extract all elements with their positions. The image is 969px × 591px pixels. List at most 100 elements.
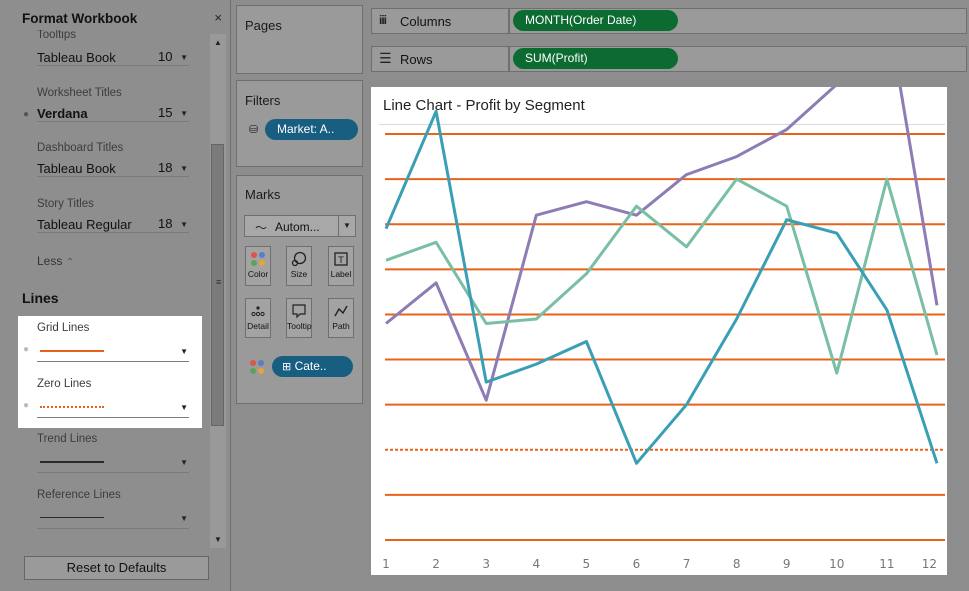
detail-label: Detail (247, 321, 269, 331)
x-tick-label: 6 (633, 557, 641, 571)
solid-line-sample-icon (40, 350, 104, 352)
x-tick-label: 2 (432, 557, 440, 571)
chevron-down-icon: ▼ (180, 403, 188, 412)
story-titles-label: Story Titles (37, 198, 94, 210)
path-mark-button[interactable]: Path (328, 298, 354, 338)
pane-title: Format Workbook (22, 11, 138, 26)
rows-shelf-label: ☰ Rows (371, 46, 509, 72)
font-size: 15 (158, 105, 173, 120)
label-mark-button[interactable]: T Label (328, 246, 354, 286)
x-tick-label: 4 (532, 557, 540, 571)
chevron-down-icon: ▼ (180, 220, 188, 229)
thin-line-sample-icon (40, 517, 104, 518)
font-name: Tableau Book (37, 50, 116, 65)
rows-label: Rows (400, 52, 433, 67)
line-chart[interactable]: 1 2 3 4 5 6 7 8 9 10 11 12 (371, 87, 947, 575)
pane-scrollbar[interactable]: ▲ ≡ ▼ (210, 34, 226, 548)
less-label: Less (37, 254, 63, 268)
dashboard-titles-font-dropdown[interactable]: Tableau Book 18 ▼ (37, 155, 189, 177)
chevron-down-icon: ▼ (180, 53, 188, 62)
category-color-pill[interactable]: ⊞ Cate.. (272, 356, 353, 377)
x-tick-label: 1 (382, 557, 390, 571)
mark-type-label: Autom... (275, 220, 320, 234)
tooltips-label: Tooltips (37, 30, 76, 41)
dotted-line-sample-icon (40, 406, 104, 408)
pane-header: Format Workbook × (0, 0, 231, 30)
changed-indicator-icon: ● (23, 344, 30, 355)
columns-shelf-label: iii Columns (371, 8, 509, 34)
path-icon (329, 303, 353, 321)
tooltips-font-dropdown[interactable]: Tableau Book 10 ▼ (37, 44, 189, 66)
chevron-down-icon: ▼ (180, 347, 188, 356)
x-tick-label: 5 (583, 557, 591, 571)
story-titles-font-dropdown[interactable]: Tableau Regular 18 ▼ (37, 211, 189, 233)
columns-shelf[interactable]: MONTH(Order Date) (509, 8, 967, 34)
grid-lines-label: Grid Lines (37, 322, 90, 334)
filters-title: Filters (245, 93, 281, 108)
color-dots-icon (249, 359, 265, 378)
font-name: Tableau Book (37, 161, 116, 176)
format-workbook-pane: Format Workbook × Tooltips Tableau Book … (0, 0, 231, 591)
svg-text:T: T (337, 256, 344, 266)
reference-lines-dropdown[interactable]: ▼ (37, 505, 189, 529)
close-icon[interactable]: × (214, 10, 222, 25)
trend-lines-dropdown[interactable]: ▼ (37, 449, 189, 473)
solid-line-sample-icon (40, 461, 104, 463)
mark-type-dropdown[interactable]: 〜 Autom... ▼ (244, 215, 356, 237)
size-mark-button[interactable]: Size (286, 246, 312, 286)
x-tick-label: 7 (683, 557, 691, 571)
size-label: Size (290, 269, 308, 279)
sum-profit-pill[interactable]: SUM(Profit) (513, 48, 678, 69)
chevron-down-icon: ▼ (180, 458, 188, 467)
zero-lines-label: Zero Lines (37, 378, 92, 390)
marks-card: Marks 〜 Autom... ▼ Color Size T Label De… (236, 175, 363, 404)
filters-card[interactable]: Filters ⛁ Market: A.. (236, 80, 363, 167)
reset-to-defaults-button[interactable]: Reset to Defaults (24, 556, 209, 580)
color-mark-button[interactable]: Color (245, 246, 271, 286)
worksheet-titles-label: Worksheet Titles (37, 87, 122, 99)
line-mark-icon: 〜 (255, 221, 268, 235)
chevron-down-icon: ▼ (180, 109, 188, 118)
changed-indicator-icon: ● (23, 400, 30, 411)
tooltip-mark-button[interactable]: Tooltip (286, 298, 312, 338)
color-dots-icon (246, 251, 270, 269)
reference-lines-label: Reference Lines (37, 489, 121, 501)
font-size: 10 (158, 49, 173, 64)
zero-lines-dropdown[interactable]: ▼ (37, 394, 189, 418)
series-line-3[interactable] (384, 109, 939, 465)
worksheet-titles-font-dropdown[interactable]: Verdana 15 ▼ (37, 100, 189, 122)
pages-card[interactable]: Pages (236, 5, 363, 74)
font-size: 18 (158, 160, 173, 175)
market-filter-pill[interactable]: Market: A.. (265, 119, 358, 140)
x-tick-label: 9 (783, 557, 791, 571)
marks-title: Marks (245, 187, 281, 202)
detail-mark-button[interactable]: Detail (245, 298, 271, 338)
pages-title: Pages (245, 18, 282, 33)
changed-indicator-icon: ● (23, 109, 30, 120)
scrollbar-thumb[interactable]: ≡ (211, 144, 224, 426)
worksheet-view[interactable]: Line Chart - Profit by Segment 123456789… (371, 87, 947, 575)
x-tick-label: 12 (922, 557, 937, 571)
grid-lines-dropdown[interactable]: ▼ (37, 338, 189, 362)
rows-icon: ☰ (379, 50, 392, 66)
scroll-up-icon[interactable]: ▲ (214, 38, 222, 47)
path-label: Path (332, 321, 350, 331)
lines-section-header: Lines (22, 290, 59, 306)
scroll-down-icon[interactable]: ▼ (214, 535, 222, 544)
detail-icon (246, 303, 270, 321)
trend-lines-label: Trend Lines (37, 433, 98, 445)
tooltip-icon (287, 303, 311, 321)
size-icon (287, 251, 311, 269)
tooltip-label: Tooltip (287, 321, 312, 331)
chevron-down-icon: ▼ (338, 216, 355, 236)
font-size: 18 (158, 216, 173, 231)
color-label: Color (247, 269, 269, 279)
month-order-date-pill[interactable]: MONTH(Order Date) (513, 10, 678, 31)
less-toggle[interactable]: Less ⌃ (37, 254, 74, 268)
rows-shelf[interactable]: SUM(Profit) (509, 46, 967, 72)
series-line-2[interactable] (385, 177, 939, 375)
chevron-down-icon: ▼ (180, 514, 188, 523)
dashboard-titles-label: Dashboard Titles (37, 142, 124, 154)
x-tick-label: 11 (879, 557, 894, 571)
chevron-up-icon: ⌃ (65, 257, 75, 268)
